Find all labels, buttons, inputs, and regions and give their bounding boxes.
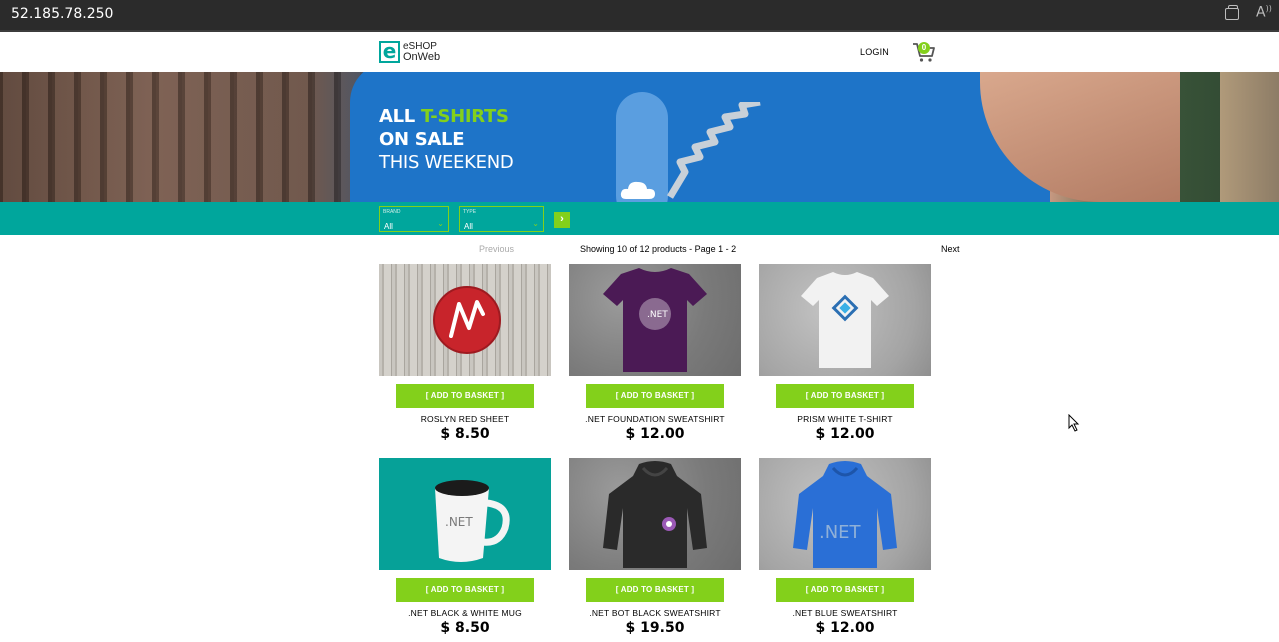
previous-page-link[interactable]: Previous xyxy=(479,244,514,254)
address-text[interactable]: 52.185.78.250 xyxy=(11,6,113,22)
add-to-basket-button[interactable]: [ ADD TO BASKET ] xyxy=(396,578,534,602)
add-to-basket-button[interactable]: [ ADD TO BASKET ] xyxy=(776,384,914,408)
product-card: [ ADD TO BASKET ] PRISM WHITE T-SHIRT $ … xyxy=(759,264,931,444)
product-card: [ ADD TO BASKET ] .NET BOT BLACK SWEATSH… xyxy=(569,458,741,642)
hoodie-net-text: .NET xyxy=(819,522,862,543)
product-price: $ 8.50 xyxy=(440,620,490,636)
read-aloud-icon[interactable]: A)) xyxy=(1256,4,1272,21)
cart-count-badge: 0 xyxy=(918,42,930,54)
product-card: .NET [ ADD TO BASKET ] .NET FOUNDATION S… xyxy=(569,264,741,444)
product-image[interactable] xyxy=(379,264,551,376)
purple-tshirt-icon: .NET xyxy=(603,268,707,372)
product-name: .NET BOT BLACK SWEATSHIRT xyxy=(589,608,721,618)
product-price: $ 12.00 xyxy=(815,620,875,636)
product-image[interactable] xyxy=(569,458,741,570)
fence-background xyxy=(0,72,360,202)
banner-line2: ON SALE xyxy=(379,129,465,150)
brand-select[interactable]: BRAND All ⌄ xyxy=(379,206,449,232)
product-price: $ 12.00 xyxy=(625,426,685,442)
mug-net-text: .NET xyxy=(445,515,473,529)
post-shape xyxy=(1220,72,1279,202)
mug-icon: .NET xyxy=(435,480,510,562)
add-to-basket-button[interactable]: [ ADD TO BASKET ] xyxy=(586,384,724,408)
product-name: ROSLYN RED SHEET xyxy=(420,414,510,424)
logo-e-icon: e xyxy=(379,41,400,63)
chevron-right-icon: › xyxy=(560,213,564,225)
eshop-logo[interactable]: e eSHOP OnWeb xyxy=(379,41,440,63)
brand-select-value: All xyxy=(384,222,393,231)
product-price: $ 19.50 xyxy=(625,620,685,636)
promo-banner: ALL T-SHIRTS ON SALE THIS WEEKEND xyxy=(0,72,1279,202)
product-image[interactable]: .NET xyxy=(759,458,931,570)
white-tshirt-icon xyxy=(801,272,889,368)
banner-line1: ALL T-SHIRTS xyxy=(379,105,513,128)
tab-icon[interactable] xyxy=(1225,5,1239,20)
mouse-cursor-icon xyxy=(1068,414,1080,432)
blue-hoodie-icon: .NET xyxy=(793,461,897,568)
product-image[interactable]: .NET xyxy=(379,458,551,570)
corkscrew-icon xyxy=(666,102,761,199)
browser-address-bar: 52.185.78.250 A)) xyxy=(0,0,1279,32)
banner-line3: THIS WEEKEND xyxy=(379,152,514,173)
filter-bar: BRAND All ⌄ TYPE All ⌄ › xyxy=(0,202,1279,235)
product-image[interactable] xyxy=(759,264,931,376)
add-to-basket-button[interactable]: [ ADD TO BASKET ] xyxy=(396,384,534,408)
next-page-link[interactable]: Next xyxy=(941,244,960,254)
shirt-net-text: .NET xyxy=(647,310,668,320)
add-to-basket-button[interactable]: [ ADD TO BASKET ] xyxy=(776,578,914,602)
brand-select-label: BRAND xyxy=(383,209,401,215)
banner-line1-accent: T-SHIRTS xyxy=(420,106,509,127)
apply-filter-button[interactable]: › xyxy=(554,212,570,228)
chevron-down-icon: ⌄ xyxy=(437,219,444,228)
product-name: PRISM WHITE T-SHIRT xyxy=(797,414,893,424)
product-name: .NET BLUE SWEATSHIRT xyxy=(792,608,898,618)
logo-line2: OnWeb xyxy=(403,51,441,63)
site-header: e eSHOP OnWeb LOGIN xyxy=(0,32,1279,72)
cloud-icon xyxy=(620,181,655,199)
banner-line1-prefix: ALL xyxy=(379,106,421,127)
product-card: .NET [ ADD TO BASKET ] .NET BLUE SWEATSH… xyxy=(759,458,931,642)
product-card: .NET [ ADD TO BASKET ] .NET BLACK & WHIT… xyxy=(379,458,551,642)
product-card: [ ADD TO BASKET ] ROSLYN RED SHEET $ 8.5… xyxy=(379,264,551,444)
pager-status: Showing 10 of 12 products - Page 1 - 2 xyxy=(580,244,737,254)
product-price: $ 8.50 xyxy=(440,426,490,442)
type-select-value: All xyxy=(464,222,473,231)
login-link[interactable]: LOGIN xyxy=(860,47,889,57)
banner-headline: ALL T-SHIRTS ON SALE THIS WEEKEND xyxy=(379,105,514,174)
add-to-basket-button[interactable]: [ ADD TO BASKET ] xyxy=(586,578,724,602)
product-price: $ 12.00 xyxy=(815,426,875,442)
product-name: .NET FOUNDATION SWEATSHIRT xyxy=(585,414,725,424)
product-name: .NET BLACK & WHITE MUG xyxy=(408,608,522,618)
product-image[interactable]: .NET xyxy=(569,264,741,376)
type-select-label: TYPE xyxy=(463,209,477,215)
type-select[interactable]: TYPE All ⌄ xyxy=(459,206,544,232)
chevron-down-icon: ⌄ xyxy=(532,219,539,228)
black-hoodie-icon xyxy=(603,461,707,568)
logo-text: eSHOP OnWeb xyxy=(403,42,441,63)
roslyn-badge-icon xyxy=(433,286,501,354)
